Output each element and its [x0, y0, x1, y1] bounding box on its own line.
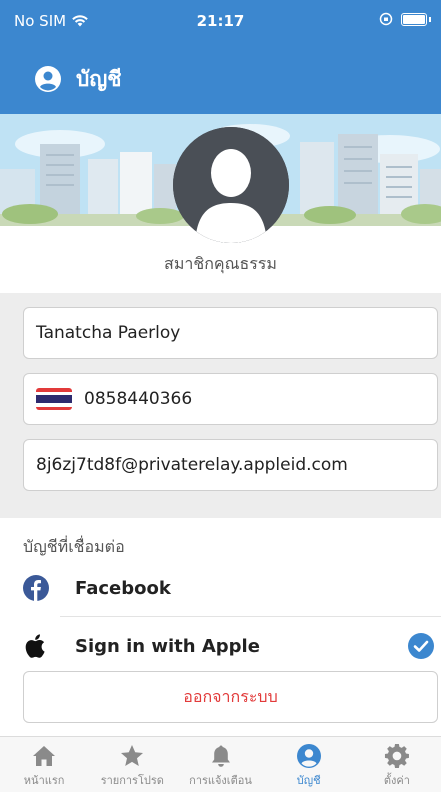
email-field[interactable]: 8j6zj7td8f@privaterelay.appleid.com	[23, 439, 438, 491]
home-icon	[33, 746, 56, 766]
name-field[interactable]: Tanatcha Paerloy	[23, 307, 438, 359]
check-circle-icon	[408, 633, 434, 659]
tab-notifications-label: การแจ้งเตือน	[189, 774, 252, 787]
phone-field[interactable]: 0858440366	[23, 373, 438, 425]
star-icon	[121, 745, 144, 766]
tab-settings[interactable]: ตั้งค่า	[353, 737, 441, 792]
linked-account-apple[interactable]: Sign in with Apple	[23, 624, 438, 668]
clock: 21:17	[196, 12, 245, 30]
phone-value: 0858440366	[84, 389, 193, 409]
thailand-flag-icon[interactable]	[36, 388, 72, 410]
member-type-label: สมาชิกคุณธรรม	[164, 254, 277, 273]
name-value: Tanatcha Paerloy	[36, 323, 181, 343]
user-circle-icon	[296, 744, 321, 768]
gear-icon	[384, 743, 409, 768]
battery-icon	[401, 12, 427, 26]
tab-bar: หน้าแรก รายการโปรด การแจ้งเตือน บัญชี ตั…	[0, 736, 441, 792]
apple-label: Sign in with Apple	[75, 635, 260, 657]
tab-home[interactable]: หน้าแรก	[0, 737, 88, 792]
facebook-label: Facebook	[75, 577, 171, 599]
default-avatar-icon	[173, 127, 289, 243]
bell-icon	[211, 745, 230, 767]
status-bar: No SIM 21:17	[0, 0, 441, 44]
tab-account-label: บัญชี	[296, 774, 321, 787]
app-header: บัญชี	[0, 44, 441, 114]
tab-favorites-label: รายการโปรด	[100, 774, 164, 787]
apple-icon	[25, 634, 45, 658]
avatar[interactable]	[173, 127, 289, 243]
linked-accounts-title: บัญชีที่เชื่อมต่อ	[23, 537, 125, 556]
tab-notifications[interactable]: การแจ้งเตือน	[176, 737, 264, 792]
email-value: 8j6zj7td8f@privaterelay.appleid.com	[36, 455, 348, 475]
logout-label: ออกจากระบบ	[183, 686, 278, 706]
tab-home-label: หน้าแรก	[23, 774, 65, 787]
facebook-icon	[23, 575, 49, 601]
divider	[60, 616, 441, 617]
tab-favorites[interactable]: รายการโปรด	[88, 737, 176, 792]
linked-account-facebook[interactable]: Facebook	[23, 566, 438, 610]
tab-account[interactable]: บัญชี	[265, 737, 353, 792]
logout-button[interactable]: ออกจากระบบ	[23, 671, 438, 723]
page-title: บัญชี	[76, 66, 122, 91]
orientation-lock-icon	[379, 12, 393, 26]
user-circle-icon	[35, 66, 61, 92]
tab-settings-label: ตั้งค่า	[383, 774, 410, 787]
